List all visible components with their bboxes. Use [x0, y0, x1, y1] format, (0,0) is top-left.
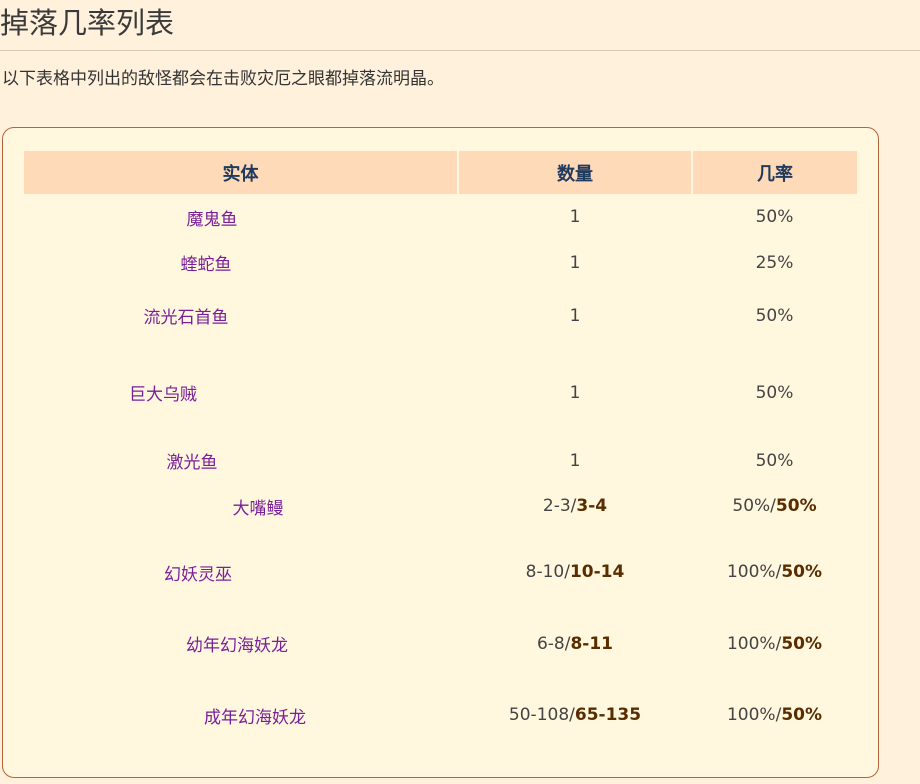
entity-link[interactable]: 成年幻海妖龙	[204, 703, 306, 728]
chance-cell: 25%	[692, 240, 857, 285]
table-row: 大嘴鳗 2-3/3-4 50%/50%	[24, 482, 857, 530]
entity-cell: 巨大乌贼	[24, 346, 458, 439]
chance-value: 25%	[755, 252, 794, 273]
table-row: 幼年幻海妖龙 6-8/8-11 100%/50%	[24, 614, 857, 673]
entity-cell: 流光石首鱼	[24, 285, 458, 346]
quantity-cell: 1	[458, 240, 692, 285]
chance-value: 50%	[755, 450, 794, 471]
quantity-cell: 2-3/3-4	[458, 482, 692, 530]
quantity-cell: 50-108/65-135	[458, 673, 692, 757]
quantity-value: 1	[569, 305, 581, 326]
chance-cell: 100%/50%	[692, 673, 857, 757]
chance-value: 100%/	[726, 562, 782, 582]
table-row: 蝰蛇鱼 1 25%	[24, 240, 857, 285]
quantity-strong: 65-135	[574, 705, 642, 725]
quantity-value: 6-8/	[536, 633, 571, 654]
chance-value: 50%	[755, 207, 794, 227]
page-title: 掉落几率列表	[0, 6, 175, 40]
header-chance: 几率	[692, 151, 857, 194]
quantity-value: 1	[569, 382, 581, 403]
quantity-value: 8-10/	[525, 562, 570, 582]
drop-rate-table: 实体 数量 几率 魔鬼鱼 1 50% 蝰蛇鱼 1 25% 流光石首鱼 1 50%…	[24, 151, 857, 757]
entity-cell: 幼年幻海妖龙	[24, 614, 458, 673]
chance-cell: 50%	[692, 439, 857, 482]
entity-link[interactable]: 巨大乌贼	[129, 380, 197, 405]
chance-strong: 50%	[775, 496, 817, 516]
quantity-strong: 3-4	[576, 496, 608, 516]
quantity-cell: 1	[458, 346, 692, 439]
quantity-value: 1	[569, 252, 581, 273]
header-entity: 实体	[24, 151, 459, 194]
entity-cell: 幻妖灵巫	[24, 530, 458, 614]
quantity-strong: 8-11	[570, 633, 614, 654]
chance-value: 50%/	[732, 496, 776, 516]
chance-cell: 50%	[692, 346, 857, 439]
entity-cell: 大嘴鳗	[24, 482, 458, 530]
quantity-cell: 1	[458, 194, 692, 240]
chance-value: 100%/	[726, 705, 782, 725]
quantity-strong: 10-14	[569, 562, 625, 582]
chance-cell: 100%/50%	[692, 614, 857, 673]
chance-strong: 50%	[781, 633, 823, 654]
chance-cell: 50%/50%	[692, 482, 857, 530]
table-row: 巨大乌贼 1 50%	[24, 346, 857, 439]
entity-cell: 成年幻海妖龙	[24, 673, 458, 757]
table-row: 成年幻海妖龙 50-108/65-135 100%/50%	[24, 673, 857, 757]
entity-link[interactable]: 流光石首鱼	[144, 303, 229, 328]
table-row: 魔鬼鱼 1 50%	[24, 194, 857, 240]
chance-cell: 50%	[692, 285, 857, 346]
quantity-cell: 1	[458, 285, 692, 346]
chance-strong: 50%	[781, 705, 823, 725]
chance-value: 50%	[755, 305, 794, 326]
entity-link[interactable]: 蝰蛇鱼	[181, 250, 232, 275]
quantity-value: 1	[569, 450, 581, 471]
quantity-value: 2-3/	[542, 496, 577, 516]
chance-value: 50%	[755, 382, 794, 403]
chance-cell: 50%	[692, 194, 857, 240]
table-row: 幻妖灵巫 8-10/10-14 100%/50%	[24, 530, 857, 614]
entity-cell: 魔鬼鱼	[24, 194, 458, 240]
quantity-cell: 6-8/8-11	[458, 614, 692, 673]
entity-cell: 激光鱼	[24, 439, 458, 482]
intro-text: 以下表格中列出的敌怪都会在击败灾厄之眼都掉落流明晶。	[2, 69, 444, 89]
quantity-value: 50-108/	[508, 705, 575, 725]
table-row: 流光石首鱼 1 50%	[24, 285, 857, 346]
chance-cell: 100%/50%	[692, 530, 857, 614]
chance-value: 100%/	[726, 633, 782, 654]
entity-link[interactable]: 幻妖灵巫	[164, 560, 232, 585]
title-divider	[0, 50, 920, 51]
quantity-cell: 8-10/10-14	[458, 530, 692, 614]
entity-link[interactable]: 幼年幻海妖龙	[186, 631, 288, 656]
entity-link[interactable]: 激光鱼	[167, 448, 218, 473]
quantity-cell: 1	[458, 439, 692, 482]
table-row: 激光鱼 1 50%	[24, 439, 857, 482]
table-header-row: 实体 数量 几率	[24, 151, 857, 194]
entity-link[interactable]: 魔鬼鱼	[187, 205, 238, 230]
chance-strong: 50%	[781, 562, 823, 582]
header-quantity: 数量	[458, 151, 693, 194]
entity-link[interactable]: 大嘴鳗	[233, 494, 284, 519]
entity-cell: 蝰蛇鱼	[24, 240, 458, 285]
quantity-value: 1	[569, 207, 581, 227]
